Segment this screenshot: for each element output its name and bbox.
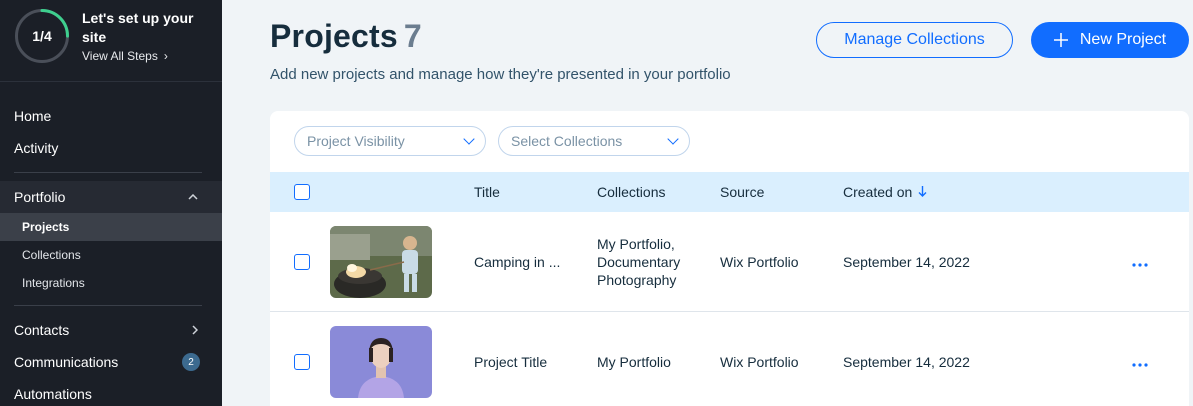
sidebar-nav: Home Activity Portfolio Projects Collect… xyxy=(0,82,222,406)
table-row[interactable]: Project Title My Portfolio Wix Portfolio… xyxy=(270,312,1189,406)
project-title[interactable]: Camping in ... xyxy=(474,212,560,311)
table-row[interactable]: Camping in ... My Portfolio, Documentary… xyxy=(270,212,1189,312)
sort-down-icon xyxy=(918,185,927,200)
manage-collections-button[interactable]: Manage Collections xyxy=(816,22,1013,58)
sidebar: 1/4 Let's set up your site View All Step… xyxy=(0,0,222,406)
sidebar-item-automations[interactable]: Automations xyxy=(0,378,222,406)
dropdown-label: Select Collections xyxy=(511,133,623,149)
project-count: 7 xyxy=(403,18,422,54)
chevron-up-icon xyxy=(188,181,198,213)
column-header-source[interactable]: Source xyxy=(720,172,764,212)
sidebar-item-label: Activity xyxy=(14,140,59,156)
page-title-text: Projects xyxy=(270,18,398,54)
sidebar-divider xyxy=(14,172,202,173)
chevron-right-icon xyxy=(192,314,198,346)
sidebar-item-portfolio[interactable]: Portfolio xyxy=(0,181,222,213)
sidebar-subitem-projects[interactable]: Projects xyxy=(0,213,222,241)
filter-bar: Project Visibility Select Collections xyxy=(270,111,1189,172)
more-actions-icon[interactable] xyxy=(1132,350,1148,373)
setup-progress-panel[interactable]: 1/4 Let's set up your site View All Step… xyxy=(0,0,222,82)
dropdown-label: Project Visibility xyxy=(307,133,405,149)
view-all-steps-label: View All Steps xyxy=(82,49,158,63)
sidebar-item-activity[interactable]: Activity xyxy=(0,132,222,164)
page-subtitle: Add new projects and manage how they're … xyxy=(270,66,731,83)
sidebar-item-label: Home xyxy=(14,108,52,124)
chevron-down-icon xyxy=(463,133,475,145)
column-header-collections[interactable]: Collections xyxy=(597,172,665,212)
sidebar-item-label: Portfolio xyxy=(14,189,66,205)
sidebar-item-label: Contacts xyxy=(14,322,70,338)
sidebar-item-label: Communications xyxy=(14,354,119,370)
column-header-label: Created on xyxy=(843,184,913,200)
sidebar-item-home[interactable]: Home xyxy=(0,100,222,132)
chevron-right-icon: › xyxy=(163,49,168,63)
notification-badge: 2 xyxy=(182,353,200,371)
project-title[interactable]: Project Title xyxy=(474,312,547,406)
collection-name: Photography xyxy=(597,271,677,288)
sidebar-subitem-collections[interactable]: Collections xyxy=(0,241,222,269)
column-header-created-on[interactable]: Created on xyxy=(843,172,927,212)
sidebar-item-label: Automations xyxy=(14,386,92,402)
more-actions-icon[interactable] xyxy=(1132,250,1148,273)
project-collections: My Portfolio xyxy=(597,353,671,370)
project-visibility-dropdown[interactable]: Project Visibility xyxy=(294,126,486,156)
main-content: Projects 7 Add new projects and manage ho… xyxy=(222,0,1193,406)
select-collections-dropdown[interactable]: Select Collections xyxy=(498,126,690,156)
project-thumbnail-camping xyxy=(330,226,432,298)
new-project-label: New Project xyxy=(1079,31,1167,48)
project-created-date: September 14, 2022 xyxy=(843,253,970,270)
project-source: Wix Portfolio xyxy=(720,253,799,270)
row-checkbox[interactable] xyxy=(294,353,310,370)
column-header-title[interactable]: Title xyxy=(474,172,500,212)
sidebar-item-contacts[interactable]: Contacts xyxy=(0,314,222,346)
chevron-down-icon xyxy=(667,133,679,145)
view-all-steps-link[interactable]: View All Steps › xyxy=(82,49,202,63)
plus-icon xyxy=(1053,29,1068,51)
project-collections: My Portfolio, Documentary Photography xyxy=(597,212,680,311)
collection-name: Documentary xyxy=(597,253,681,270)
collection-name: My Portfolio, xyxy=(597,235,675,252)
project-source: Wix Portfolio xyxy=(720,353,799,370)
progress-ring: 1/4 xyxy=(14,8,70,64)
page-title: Projects 7 xyxy=(270,18,422,55)
table-header: Title Collections Source Created on xyxy=(270,172,1189,212)
progress-label: 1/4 xyxy=(32,28,52,44)
setup-title: Let's set up your site xyxy=(82,10,194,45)
sidebar-item-communications[interactable]: Communications 2 xyxy=(0,346,222,378)
sidebar-subitem-integrations[interactable]: Integrations xyxy=(0,269,222,297)
sidebar-divider xyxy=(14,305,202,306)
projects-table-card: Project Visibility Select Collections Ti… xyxy=(270,111,1189,406)
project-created-date: September 14, 2022 xyxy=(843,353,970,370)
row-checkbox[interactable] xyxy=(294,253,310,270)
project-thumbnail-portrait xyxy=(330,326,432,398)
select-all-checkbox[interactable] xyxy=(294,184,310,200)
new-project-button[interactable]: New Project xyxy=(1031,22,1189,58)
